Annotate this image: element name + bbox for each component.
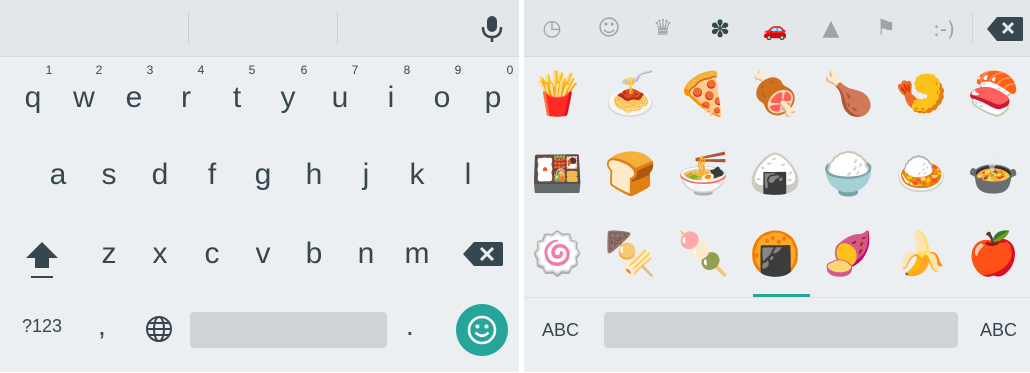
emoji-french-fries[interactable]: 🍟: [531, 68, 583, 120]
emoji-rice-cracker[interactable]: 🍘: [749, 228, 801, 280]
space-bar[interactable]: [190, 312, 387, 348]
key-n[interactable]: n: [340, 234, 392, 274]
key-hint: 0: [506, 63, 514, 77]
key-l[interactable]: l: [442, 155, 494, 195]
key-e[interactable]: e: [108, 78, 160, 118]
key-v[interactable]: v: [237, 234, 289, 274]
smiley-face-icon: [467, 315, 497, 345]
emoji-banana[interactable]: 🍌: [895, 228, 947, 280]
key-q[interactable]: q: [7, 78, 59, 118]
emoji-poultry-leg[interactable]: 🍗: [822, 68, 874, 120]
emoji-button[interactable]: [456, 304, 508, 356]
globe-icon[interactable]: [145, 315, 173, 343]
abc-button-left[interactable]: ABC: [542, 320, 579, 341]
flag-icon[interactable]: ⚑: [871, 14, 901, 44]
key-z[interactable]: z: [83, 234, 135, 274]
key-j[interactable]: j: [340, 155, 392, 195]
key-b[interactable]: b: [288, 234, 340, 274]
key-g[interactable]: g: [237, 155, 289, 195]
emoji-bread[interactable]: 🍞: [604, 148, 656, 200]
crown-objects-icon[interactable]: ♛: [648, 14, 678, 44]
emoji-ramen[interactable]: 🍜: [677, 148, 729, 200]
key-t[interactable]: t: [211, 78, 263, 118]
period-key[interactable]: .: [406, 310, 414, 342]
emoji-sushi[interactable]: 🍣: [967, 68, 1019, 120]
emoji-fried-shrimp[interactable]: 🍤: [895, 68, 947, 120]
backspace-icon[interactable]: [986, 16, 1024, 42]
key-hint: 1: [45, 63, 53, 77]
key-i[interactable]: i: [365, 78, 417, 118]
emoji-fish-cake[interactable]: 🍥: [531, 228, 583, 280]
key-w[interactable]: w: [58, 78, 110, 118]
key-hint: 2: [95, 63, 103, 77]
recent-clock-icon[interactable]: ◷: [537, 14, 567, 44]
key-m[interactable]: m: [391, 234, 443, 274]
car-travel-icon[interactable]: 🚗: [760, 14, 790, 44]
suggestion-middle[interactable]: [189, 0, 337, 56]
emoji-pizza[interactable]: 🍕: [677, 68, 729, 120]
key-hint: 4: [197, 63, 205, 77]
key-c[interactable]: c: [186, 234, 238, 274]
key-o[interactable]: o: [416, 78, 468, 118]
key-a[interactable]: a: [32, 155, 84, 195]
key-x[interactable]: x: [134, 234, 186, 274]
comma-key[interactable]: ,: [98, 310, 106, 342]
key-s[interactable]: s: [83, 155, 135, 195]
flower-nature-icon[interactable]: ✽: [705, 14, 735, 44]
key-hint: 9: [454, 63, 462, 77]
emoji-sweet-potato[interactable]: 🍠: [822, 228, 874, 280]
smileys-icon[interactable]: ☺: [594, 14, 624, 44]
key-h[interactable]: h: [288, 155, 340, 195]
emoji-rice-ball[interactable]: 🍙: [749, 148, 801, 200]
key-y[interactable]: y: [262, 78, 314, 118]
abc-button-right[interactable]: ABC: [980, 320, 1017, 341]
emoji-oden[interactable]: 🍢: [604, 228, 656, 280]
emoji-cooked-rice[interactable]: 🍚: [822, 148, 874, 200]
suggestion-left[interactable]: [0, 0, 188, 56]
suggestion-right[interactable]: [338, 0, 468, 56]
emoji-category-bar: ◷ ☺ ♛ ✽ 🚗 ▲ ⚑ :-): [524, 0, 1030, 57]
key-hint: 3: [146, 63, 154, 77]
suggestion-strip: [0, 0, 519, 57]
key-u[interactable]: u: [314, 78, 366, 118]
symbols-key[interactable]: ?123: [22, 316, 62, 337]
emoticons-icon[interactable]: :-): [924, 14, 964, 44]
category-divider: [972, 12, 973, 44]
microphone-icon[interactable]: [478, 14, 506, 44]
emoji-pot-of-food[interactable]: 🍲: [967, 148, 1019, 200]
backspace-icon[interactable]: [462, 240, 504, 268]
key-hint: 5: [248, 63, 256, 77]
emoji-bento-box[interactable]: 🍱: [531, 148, 583, 200]
emoji-keyboard: ◷ ☺ ♛ ✽ 🚗 ▲ ⚑ :-) 🍟 🍝 🍕 🍖 🍗 🍤 🍣 🍱 🍞 🍜 🍙 …: [524, 0, 1030, 372]
emoji-meat-on-bone[interactable]: 🍖: [749, 68, 801, 120]
key-hint: 8: [403, 63, 411, 77]
key-hint: 6: [300, 63, 308, 77]
qwerty-keyboard: q 1 w 2 e 3 r 4 t 5 y 6 u 7 i 8 o 9 p 0 …: [0, 0, 519, 372]
triangle-symbols-icon[interactable]: ▲: [816, 14, 846, 44]
key-hint: 7: [351, 63, 359, 77]
emoji-spaghetti[interactable]: 🍝: [604, 68, 656, 120]
emoji-apple[interactable]: 🍎: [967, 228, 1019, 280]
key-f[interactable]: f: [186, 155, 238, 195]
shift-arrow-icon[interactable]: [22, 238, 62, 282]
key-k[interactable]: k: [391, 155, 443, 195]
key-r[interactable]: r: [160, 78, 212, 118]
key-p[interactable]: p: [467, 78, 519, 118]
key-d[interactable]: d: [134, 155, 186, 195]
emoji-dango[interactable]: 🍡: [677, 228, 729, 280]
emoji-space-bar[interactable]: [604, 312, 958, 348]
emoji-curry-rice[interactable]: 🍛: [895, 148, 947, 200]
